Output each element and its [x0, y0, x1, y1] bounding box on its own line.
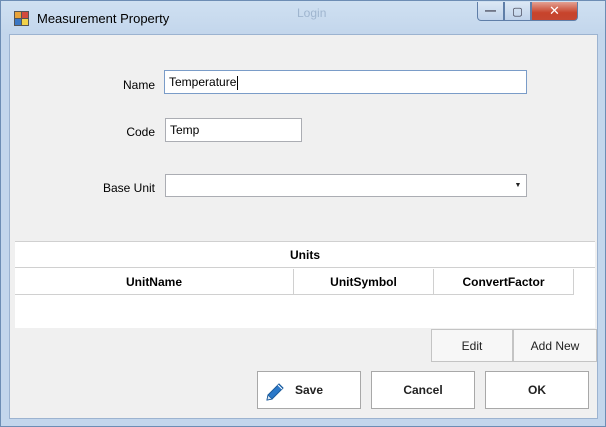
name-label: Name [122, 78, 155, 92]
edit-button-label: Edit [461, 338, 483, 353]
base-unit-dropdown[interactable]: ▼ [165, 174, 527, 197]
base-unit-label: Base Unit [102, 181, 155, 195]
window-title: Measurement Property [37, 11, 170, 26]
dialog-body: Name Temperature Code Temp Base Unit ▼ U… [9, 34, 598, 419]
code-field-value: Temp [170, 123, 200, 137]
chevron-down-icon[interactable]: ▼ [510, 175, 526, 196]
minimize-icon: — [485, 5, 496, 17]
units-grid[interactable]: Units UnitName UnitSymbol ConvertFactor [15, 241, 595, 328]
maximize-icon: ▢ [512, 5, 523, 18]
background-window-title: Login [297, 6, 327, 20]
cancel-button-label: Cancel [403, 383, 443, 397]
name-field[interactable]: Temperature [164, 70, 527, 94]
text-caret [237, 75, 239, 90]
column-header-unitsymbol[interactable]: UnitSymbol [294, 269, 434, 295]
minimize-button[interactable]: — [477, 2, 504, 21]
add-new-button-label: Add New [530, 338, 580, 353]
measurement-property-window: Measurement Property Login — ▢ ✕ Name Te… [0, 0, 606, 427]
column-header-unitname[interactable]: UnitName [15, 269, 294, 295]
ok-button-label: OK [528, 383, 546, 397]
title-bar[interactable]: Measurement Property Login — ▢ ✕ [1, 1, 605, 35]
app-icon[interactable] [14, 11, 29, 26]
add-new-button[interactable]: Add New [513, 329, 597, 362]
column-header-convertfactor[interactable]: ConvertFactor [434, 269, 574, 295]
pencil-icon [266, 383, 284, 401]
code-field[interactable]: Temp [165, 118, 302, 142]
name-field-value: Temperature [169, 75, 237, 89]
close-icon: ✕ [549, 3, 560, 18]
maximize-button[interactable]: ▢ [504, 2, 531, 21]
units-grid-title: Units [15, 242, 595, 268]
edit-button[interactable]: Edit [431, 329, 513, 362]
ok-button[interactable]: OK [485, 371, 589, 409]
cancel-button[interactable]: Cancel [371, 371, 475, 409]
code-label: Code [126, 125, 155, 139]
save-button-label: Save [294, 383, 324, 397]
close-button[interactable]: ✕ [531, 2, 578, 21]
save-button[interactable]: Save [257, 371, 361, 409]
